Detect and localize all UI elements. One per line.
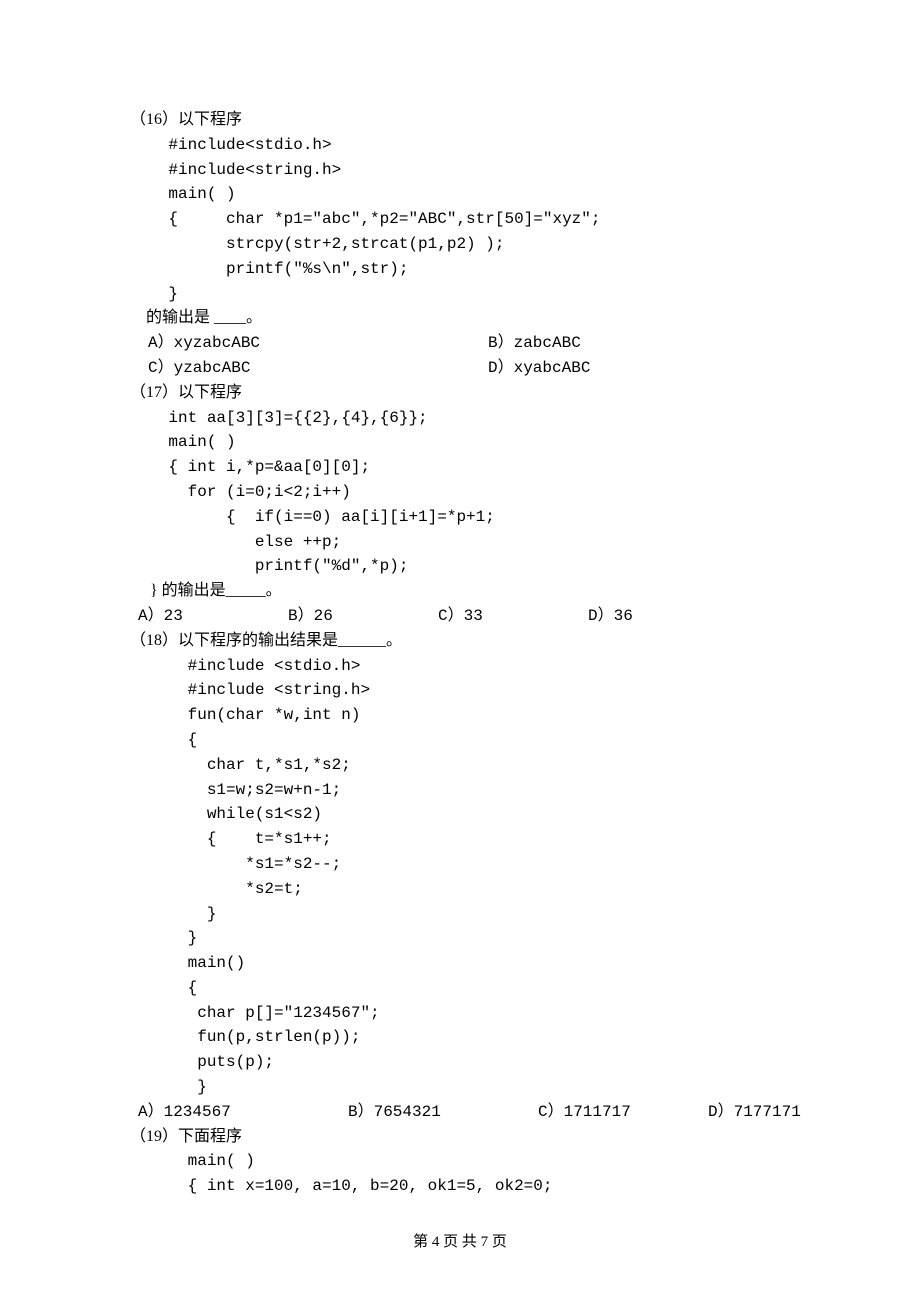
q18-code-line: {	[130, 728, 800, 753]
q18-opt-d: D）7177171	[708, 1103, 801, 1121]
q18-code-line: *s2=t;	[130, 877, 800, 902]
q18-opt-b: B）7654321	[348, 1100, 538, 1125]
q16-tail: 的输出是 ____。	[130, 306, 800, 331]
q17-code-line: int aa[3][3]={{2},{4},{6}};	[130, 406, 800, 431]
q18-code-line: }	[130, 1075, 800, 1100]
q18-code-line: char t,*s1,*s2;	[130, 753, 800, 778]
q18-code-line: }	[130, 926, 800, 951]
q16-options-row2: C）yzabcABCD）xyabcABC	[130, 356, 800, 381]
q18-code-line: char p[]="1234567";	[130, 1001, 800, 1026]
question-17: （17）以下程序 int aa[3][3]={{2},{4},{6}}; mai…	[130, 381, 800, 629]
q16-code-line: { char *p1="abc",*p2="ABC",str[50]="xyz"…	[130, 207, 800, 232]
q16-code-line: main( )	[130, 182, 800, 207]
q17-opt-c: C）33	[438, 604, 588, 629]
q16-opt-a: A）xyzabcABC	[130, 331, 488, 356]
q17-code-line: main( )	[130, 430, 800, 455]
q17-code-line: { int i,*p=&aa[0][0];	[130, 455, 800, 480]
q17-header: （17）以下程序	[130, 381, 800, 406]
q19-code-line: { int x=100, a=10, b=20, ok1=5, ok2=0;	[130, 1174, 800, 1199]
q17-code-line: for (i=0;i<2;i++)	[130, 480, 800, 505]
q19-header: （19）下面程序	[130, 1125, 800, 1150]
q17-code-line: printf("%d",*p);	[130, 554, 800, 579]
q16-header: （16）以下程序	[130, 108, 800, 133]
question-19: （19）下面程序 main( ) { int x=100, a=10, b=20…	[130, 1125, 800, 1199]
page-footer: 第 4 页 共 7 页	[0, 1231, 920, 1254]
q16-opt-d: D）xyabcABC	[488, 359, 590, 377]
q17-tail: } 的输出是_____。	[130, 579, 800, 604]
q19-code-line: main( )	[130, 1149, 800, 1174]
q18-opt-c: C）1711717	[538, 1100, 708, 1125]
q16-opt-c: C）yzabcABC	[130, 356, 488, 381]
q16-code-line: #include<stdio.h>	[130, 133, 800, 158]
q18-code-line: puts(p);	[130, 1050, 800, 1075]
q16-code-line: }	[130, 282, 800, 307]
q17-code-line: { if(i==0) aa[i][i+1]=*p+1;	[130, 505, 800, 530]
q17-opt-a: A）23	[130, 604, 288, 629]
q18-opt-a: A）1234567	[130, 1100, 348, 1125]
q17-opt-d: D）36	[588, 607, 633, 625]
question-18: （18）以下程序的输出结果是______。 #include <stdio.h>…	[130, 629, 800, 1125]
q18-code-line: {	[130, 976, 800, 1001]
q18-code-line: s1=w;s2=w+n-1;	[130, 778, 800, 803]
q18-code-line: }	[130, 902, 800, 927]
q16-opt-b: B）zabcABC	[488, 334, 581, 352]
question-16: （16）以下程序 #include<stdio.h> #include<stri…	[130, 108, 800, 381]
q18-header: （18）以下程序的输出结果是______。	[130, 629, 800, 654]
q18-code-line: main()	[130, 951, 800, 976]
q17-options: A）23B）26C）33D）36	[130, 604, 800, 629]
q17-code-line: else ++p;	[130, 530, 800, 555]
q18-code-line: #include <string.h>	[130, 678, 800, 703]
q17-opt-b: B）26	[288, 604, 438, 629]
q18-code-line: *s1=*s2--;	[130, 852, 800, 877]
q16-code-line: #include<string.h>	[130, 158, 800, 183]
q16-options-row1: A）xyzabcABCB）zabcABC	[130, 331, 800, 356]
q18-code-line: #include <stdio.h>	[130, 654, 800, 679]
q16-code-line: printf("%s\n",str);	[130, 257, 800, 282]
page: （16）以下程序 #include<stdio.h> #include<stri…	[0, 0, 920, 1302]
q16-code-line: strcpy(str+2,strcat(p1,p2) );	[130, 232, 800, 257]
q18-options: A）1234567B）7654321C）1711717D）7177171	[130, 1100, 800, 1125]
q18-code-line: { t=*s1++;	[130, 827, 800, 852]
q18-code-line: fun(char *w,int n)	[130, 703, 800, 728]
q18-code-line: fun(p,strlen(p));	[130, 1025, 800, 1050]
q18-code-line: while(s1<s2)	[130, 802, 800, 827]
